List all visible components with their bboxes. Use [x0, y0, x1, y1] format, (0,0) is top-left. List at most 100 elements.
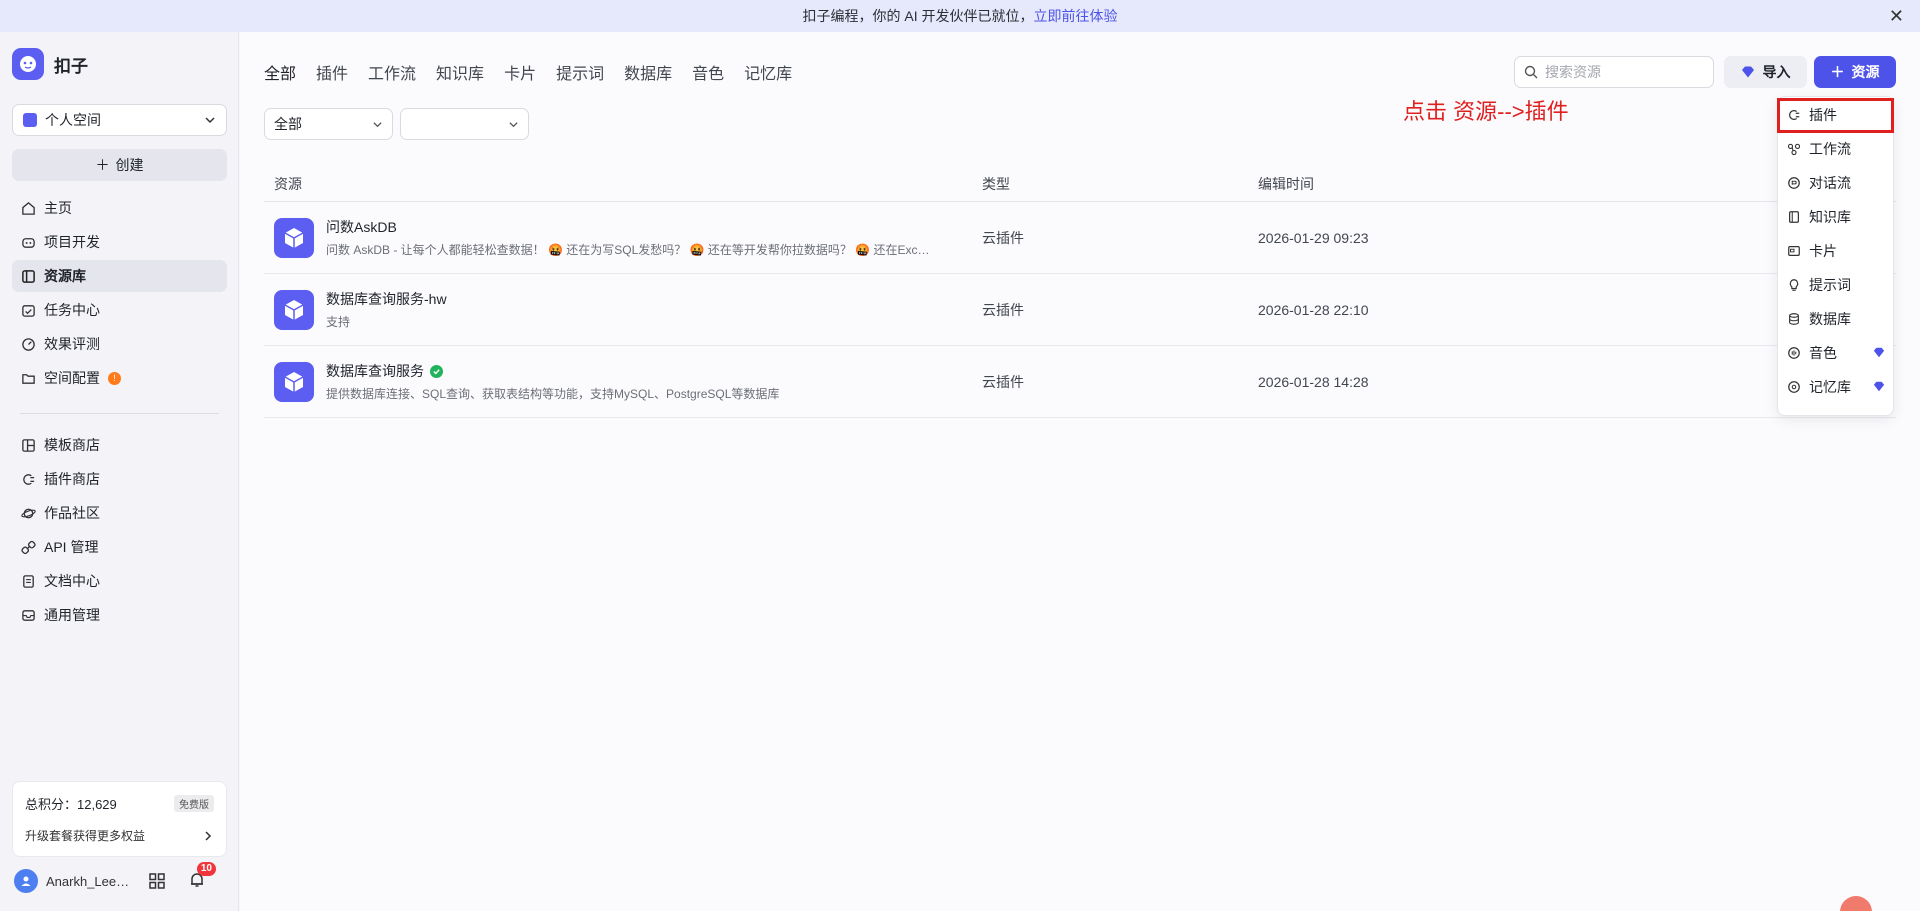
credits-total: 总积分：12,629	[25, 797, 117, 812]
sidebar-item-community[interactable]: 作品社区	[12, 497, 227, 529]
sidebar-item-api[interactable]: API 管理	[12, 531, 227, 563]
menu-item-label: 对话流	[1809, 175, 1851, 191]
prompt-icon	[1789, 279, 1799, 291]
import-label: 导入	[1762, 64, 1791, 80]
tab-memory[interactable]: 记忆库	[744, 60, 792, 84]
table-row[interactable]: 数据库查询服务 提供数据库连接、SQL查询、获取表结构等功能，支持MySQL、P…	[264, 346, 1896, 418]
user-icon	[21, 876, 31, 886]
table-header: 资源 类型 编辑时间	[264, 166, 1896, 202]
header-time: 编辑时间	[1258, 175, 1314, 192]
vip-diamond-icon	[1873, 347, 1885, 358]
resource-type: 云插件	[982, 229, 1024, 246]
resource-table: 资源 类型 编辑时间 问数AskDB 问数 AskDB - 让每个人都能轻松查数…	[264, 166, 1896, 418]
create-button[interactable]: ＋ 创建	[12, 149, 227, 181]
add-resource-button[interactable]: ＋ 资源	[1814, 56, 1896, 88]
plus-icon: ＋	[95, 157, 110, 173]
menu-item-memory[interactable]: 记忆库	[1778, 370, 1893, 404]
sidebar-item-home[interactable]: 主页	[12, 192, 227, 224]
search-input[interactable]: 搜索资源	[1514, 56, 1714, 88]
bot-icon	[22, 237, 35, 248]
menu-item-chatflow[interactable]: 对话流	[1778, 166, 1893, 200]
chatflow-icon	[1788, 177, 1800, 189]
type-filter-select[interactable]: 全部	[264, 108, 393, 140]
menu-item-card[interactable]: 卡片	[1778, 234, 1893, 268]
import-button[interactable]: 导入	[1724, 56, 1807, 88]
sidebar-item-label: 空间配置	[44, 370, 100, 386]
cube-icon	[274, 361, 314, 402]
cube-icon	[274, 289, 314, 330]
resource-tabs: 全部 插件 工作流 知识库 卡片 提示词 数据库 音色 记忆库	[264, 60, 792, 84]
menu-item-database[interactable]: 数据库	[1778, 302, 1893, 336]
tab-all[interactable]: 全部	[264, 60, 296, 84]
menu-item-workflow[interactable]: 工作流	[1778, 132, 1893, 166]
upgrade-link[interactable]: 升级套餐获得更多权益	[25, 827, 214, 844]
tab-database[interactable]: 数据库	[624, 60, 672, 84]
sidebar-item-label: 资源库	[44, 268, 86, 284]
sidebar-item-label: 通用管理	[44, 607, 100, 623]
close-icon[interactable]: ✕	[1889, 6, 1904, 26]
sidebar-item-label: API 管理	[44, 539, 99, 555]
annotation-highlight-box	[1777, 98, 1894, 133]
apps-grid-icon[interactable]	[148, 872, 166, 890]
menu-item-label: 音色	[1809, 345, 1837, 361]
folder-settings-icon	[22, 373, 35, 384]
resource-time: 2026-01-28 14:28	[1258, 373, 1369, 390]
sidebar-item-label: 项目开发	[44, 234, 100, 250]
menu-item-label: 工作流	[1809, 141, 1851, 157]
tab-workflow[interactable]: 工作流	[368, 60, 416, 84]
sidebar-item-tasks[interactable]: 任务中心	[12, 294, 227, 326]
user-bar: Anarkh_Lee@… 10	[14, 861, 227, 897]
user-name[interactable]: Anarkh_Lee@…	[46, 874, 140, 889]
sidebar-item-docs[interactable]: 文档中心	[12, 565, 227, 597]
sidebar-item-evaluation[interactable]: 效果评测	[12, 328, 227, 360]
sidebar-item-library[interactable]: 资源库	[12, 260, 227, 292]
brand[interactable]: 扣子	[12, 48, 88, 80]
table-row[interactable]: 问数AskDB 问数 AskDB - 让每个人都能轻松查数据！ 🤬 还在为写SQ…	[264, 202, 1896, 274]
menu-item-label: 卡片	[1809, 243, 1837, 259]
sidebar-item-projects[interactable]: 项目开发	[12, 226, 227, 258]
cube-icon	[274, 217, 314, 258]
credits-card[interactable]: 总积分：12,629 免费版 升级套餐获得更多权益	[12, 781, 227, 857]
sidebar-item-space-settings[interactable]: 空间配置 !	[12, 362, 227, 394]
template-icon	[22, 438, 35, 452]
home-icon	[22, 201, 35, 215]
tab-prompt[interactable]: 提示词	[556, 60, 604, 84]
sidebar-item-label: 作品社区	[44, 505, 100, 521]
knowledge-icon	[1789, 211, 1799, 223]
planet-icon	[21, 508, 36, 518]
menu-item-label: 记忆库	[1809, 379, 1851, 395]
secondary-nav: 模板商店 插件商店 作品社区 API 管理 文档中心 通用管理	[12, 429, 227, 633]
tab-card[interactable]: 卡片	[504, 60, 536, 84]
resource-type: 云插件	[982, 373, 1024, 390]
resource-title: 问数AskDB	[326, 219, 397, 235]
tab-voice[interactable]: 音色	[692, 60, 724, 84]
sidebar-item-label: 任务中心	[44, 302, 100, 318]
chevron-down-icon	[509, 121, 518, 127]
sidebar-item-template-store[interactable]: 模板商店	[12, 429, 227, 461]
resource-description: 问数 AskDB - 让每个人都能轻松查数据！ 🤬 还在为写SQL发愁吗？ 🤬 …	[326, 243, 936, 257]
avatar[interactable]	[14, 869, 38, 893]
menu-item-voice[interactable]: 音色	[1778, 336, 1893, 370]
sidebar-item-label: 主页	[44, 200, 72, 216]
notification-button[interactable]: 10	[188, 861, 216, 892]
search-placeholder: 搜索资源	[1545, 64, 1601, 80]
gauge-icon	[22, 337, 35, 351]
secondary-filter-select[interactable]	[400, 108, 529, 140]
plugin-icon	[23, 473, 35, 485]
resource-description: 提供数据库连接、SQL查询、获取表结构等功能，支持MySQL、PostgreSQ…	[326, 387, 780, 401]
tab-knowledge[interactable]: 知识库	[436, 60, 484, 84]
sidebar-item-general-management[interactable]: 通用管理	[12, 599, 227, 631]
coze-logo-icon	[12, 48, 44, 80]
tab-plugin[interactable]: 插件	[316, 60, 348, 84]
table-row[interactable]: 数据库查询服务-hw 支持 云插件 2026-01-28 22:10	[264, 274, 1896, 346]
resource-type-dropdown: 插件 工作流 对话流 知识库 卡片 提示词 数据库 音色 记忆库	[1777, 96, 1894, 416]
space-selector[interactable]: 个人空间	[12, 104, 227, 136]
sidebar-item-plugin-store[interactable]: 插件商店	[12, 463, 227, 495]
chevron-down-icon	[205, 117, 215, 124]
card-icon	[1788, 246, 1800, 256]
sidebar-divider	[20, 413, 219, 414]
menu-item-knowledge[interactable]: 知识库	[1778, 200, 1893, 234]
resource-description: 支持	[326, 315, 351, 329]
menu-item-prompt[interactable]: 提示词	[1778, 268, 1893, 302]
banner-link[interactable]: 立即前往体验	[1034, 6, 1118, 26]
